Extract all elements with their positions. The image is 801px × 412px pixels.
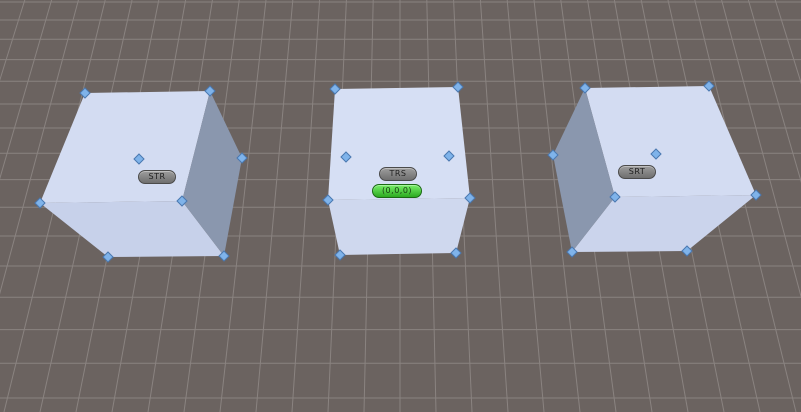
grid-line xyxy=(291,0,321,412)
scene-canvas[interactable] xyxy=(0,0,801,412)
grid-line xyxy=(255,0,294,412)
grid-line xyxy=(0,0,26,82)
cube-str-label[interactable]: STR xyxy=(138,170,176,184)
cube-srt-top-face xyxy=(585,86,756,197)
cube-srt-label[interactable]: SRT xyxy=(618,165,656,179)
grid-line xyxy=(774,0,801,85)
cube-trs-position-readout: (0,0,0) xyxy=(372,184,422,198)
cube-trs-label[interactable]: TRS xyxy=(379,167,417,181)
scene-viewport[interactable]: STR TRS (0,0,0) SRT xyxy=(0,0,801,412)
grid-line xyxy=(506,0,545,412)
cube-trs-front-face xyxy=(328,198,470,255)
grid-line xyxy=(479,0,509,412)
cube-str-top-face xyxy=(40,91,210,203)
grid-line xyxy=(747,0,801,184)
